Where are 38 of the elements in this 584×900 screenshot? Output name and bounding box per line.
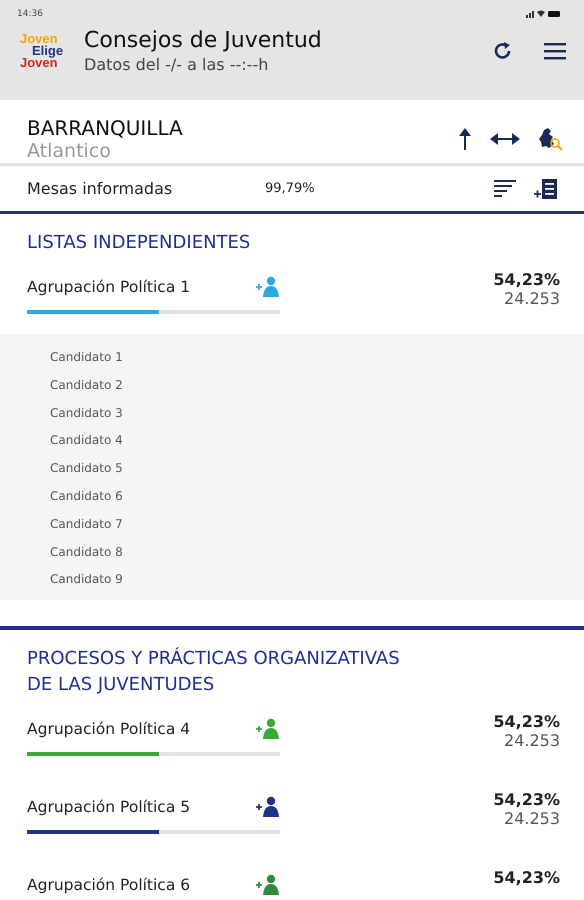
section-title: LISTAS INDEPENDIENTES [26,231,252,255]
candidate-name[interactable]: Candidato 5 [50,455,534,483]
section-title: PROCESOS Y PRÁCTICAS ORGANIZATIVAS DE LAS JUVENTUDES [26,646,401,698]
vote-percent: 54,23% [492,790,560,810]
vote-percent: 54,23% [492,868,560,888]
menu-icon[interactable] [544,42,566,60]
candidate-name[interactable]: Candidato 9 [50,566,534,594]
app-title: Consejos de Juventud [84,28,323,53]
data-timestamp: Datos del -/- a las --:--h [84,55,270,74]
candidate-name[interactable]: Candidato 8 [50,538,534,566]
group-name: Agrupación Política 4 [27,720,190,738]
candidate-name[interactable]: Candidato 2 [50,372,534,400]
group-name: Agrupación Política 1 [27,278,190,296]
candidate-name[interactable]: Candidato 4 [50,427,534,456]
city-name: BARRANQUILLA [27,116,184,140]
vote-percent: 54,23% [492,712,560,732]
region-name: Atlantico [27,140,112,162]
vote-count: 24.253 [503,731,560,750]
group-name: Agrupación Política 5 [27,798,190,816]
vote-percent: 54,23% [492,270,560,289]
group-name: Agrupación Política 6 [27,876,190,894]
app-logo: Joven Elige Joven [20,33,64,69]
candidate-name[interactable]: Candidato 6 [50,482,534,511]
add-person-icon[interactable] [256,796,280,818]
candidate-name[interactable]: Candidato 3 [50,400,534,428]
candidate-name[interactable]: Candidato 7 [50,510,534,539]
status-icons [526,10,562,18]
status-time: 14:36 [17,9,43,19]
map-search-icon[interactable] [538,126,564,152]
sort-icon[interactable] [494,178,516,198]
add-list-icon[interactable] [534,178,558,200]
summary-value: 99,79% [265,181,316,196]
up-arrow-icon[interactable] [458,126,472,150]
summary-label: Mesas informadas [27,179,174,198]
horizontal-arrows-icon[interactable] [490,132,520,146]
vote-count: 24.253 [503,289,560,308]
candidate-name[interactable]: Candidato 1 [50,344,534,372]
vote-count: 24.253 [503,809,560,828]
